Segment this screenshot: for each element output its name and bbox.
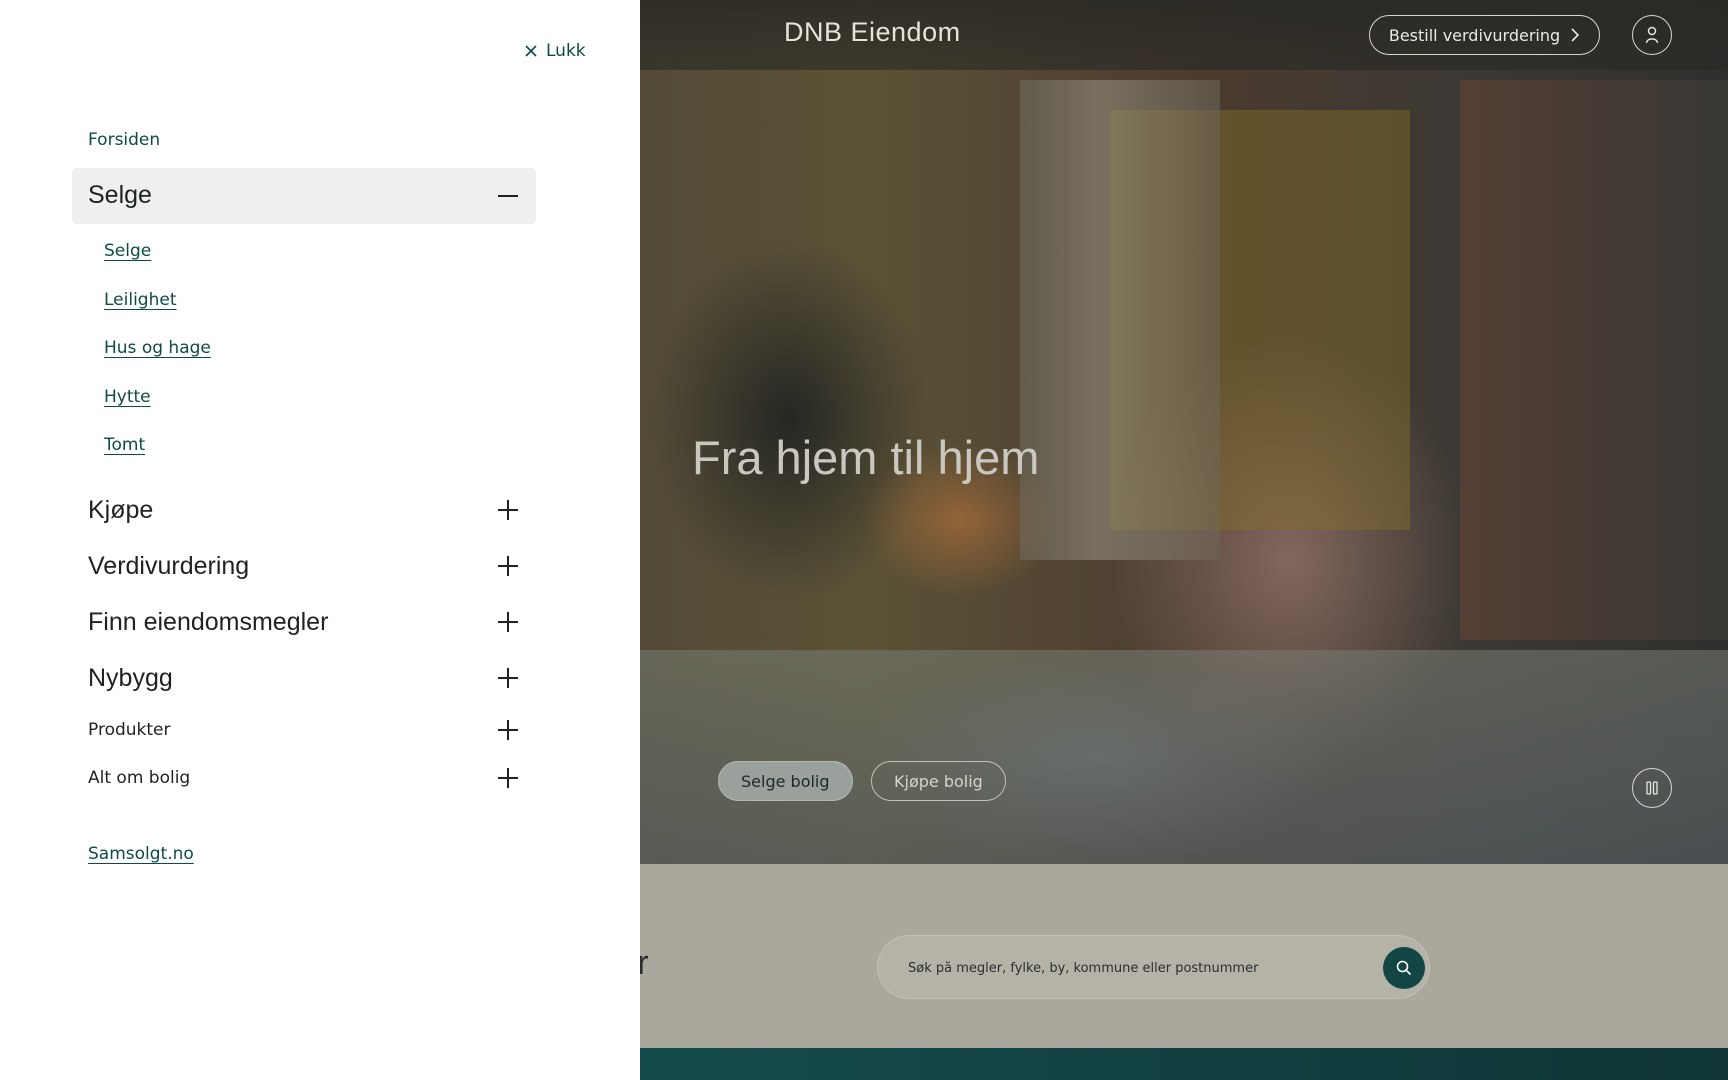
plus-icon[interactable]: [497, 667, 519, 689]
profile-button[interactable]: [1632, 15, 1672, 55]
close-icon: [525, 45, 537, 57]
plus-icon[interactable]: [497, 767, 519, 789]
search-button[interactable]: [1383, 947, 1425, 989]
office-search-input[interactable]: [908, 956, 1348, 980]
sub-link-hytte[interactable]: Hytte: [104, 387, 151, 407]
accordion-kjope[interactable]: Kjøpe: [88, 496, 153, 525]
accordion-produkter[interactable]: Produkter: [88, 720, 171, 740]
pause-video-button[interactable]: [1632, 768, 1672, 808]
chevron-right-icon: [1571, 28, 1580, 42]
minus-icon[interactable]: [497, 185, 519, 207]
hero-door: [1020, 80, 1220, 560]
accordion-verdivurdering[interactable]: Verdivurdering: [88, 552, 249, 581]
pause-icon: [1646, 781, 1658, 795]
hero-title: Fra hjem til hjem: [692, 431, 1040, 484]
samsolgt-link[interactable]: Samsolgt.no: [88, 844, 194, 864]
order-valuation-label: Bestill verdivurdering: [1388, 25, 1561, 45]
close-menu-button[interactable]: Lukk: [524, 41, 586, 61]
hero-table: [640, 650, 1728, 864]
sub-link-selge[interactable]: Selge: [104, 241, 151, 261]
user-icon: [1645, 26, 1659, 44]
plus-icon[interactable]: [497, 719, 519, 741]
nav-link-home[interactable]: Forsiden: [88, 130, 160, 150]
sell-home-button[interactable]: Selge bolig: [718, 761, 853, 801]
accordion-nybygg[interactable]: Nybygg: [88, 664, 173, 693]
dnb-logo[interactable]: DNB Eiendom: [784, 17, 961, 48]
accordion-finn-eiendomsmegler[interactable]: Finn eiendomsmegler: [88, 608, 328, 637]
plus-icon[interactable]: [497, 555, 519, 577]
search-icon: [1396, 960, 1412, 976]
navigation-drawer: Lukk Forsiden Selge Selge Leilighet Hus …: [0, 0, 640, 1080]
sub-link-tomt[interactable]: Tomt: [104, 435, 145, 455]
accordion-alt-om-bolig[interactable]: Alt om bolig: [88, 768, 190, 788]
plus-icon[interactable]: [497, 499, 519, 521]
accordion-label-selge: Selge: [88, 181, 152, 209]
buy-home-button[interactable]: Kjøpe bolig: [871, 761, 1006, 801]
plus-icon[interactable]: [497, 611, 519, 633]
office-search: [877, 935, 1430, 999]
order-valuation-button[interactable]: Bestill verdivurdering: [1369, 15, 1600, 55]
hero-stove: [1460, 80, 1728, 640]
sub-link-hus-og-hage[interactable]: Hus og hage: [104, 338, 211, 358]
close-menu-label: Lukk: [546, 41, 586, 61]
sub-link-leilighet[interactable]: Leilighet: [104, 290, 177, 310]
